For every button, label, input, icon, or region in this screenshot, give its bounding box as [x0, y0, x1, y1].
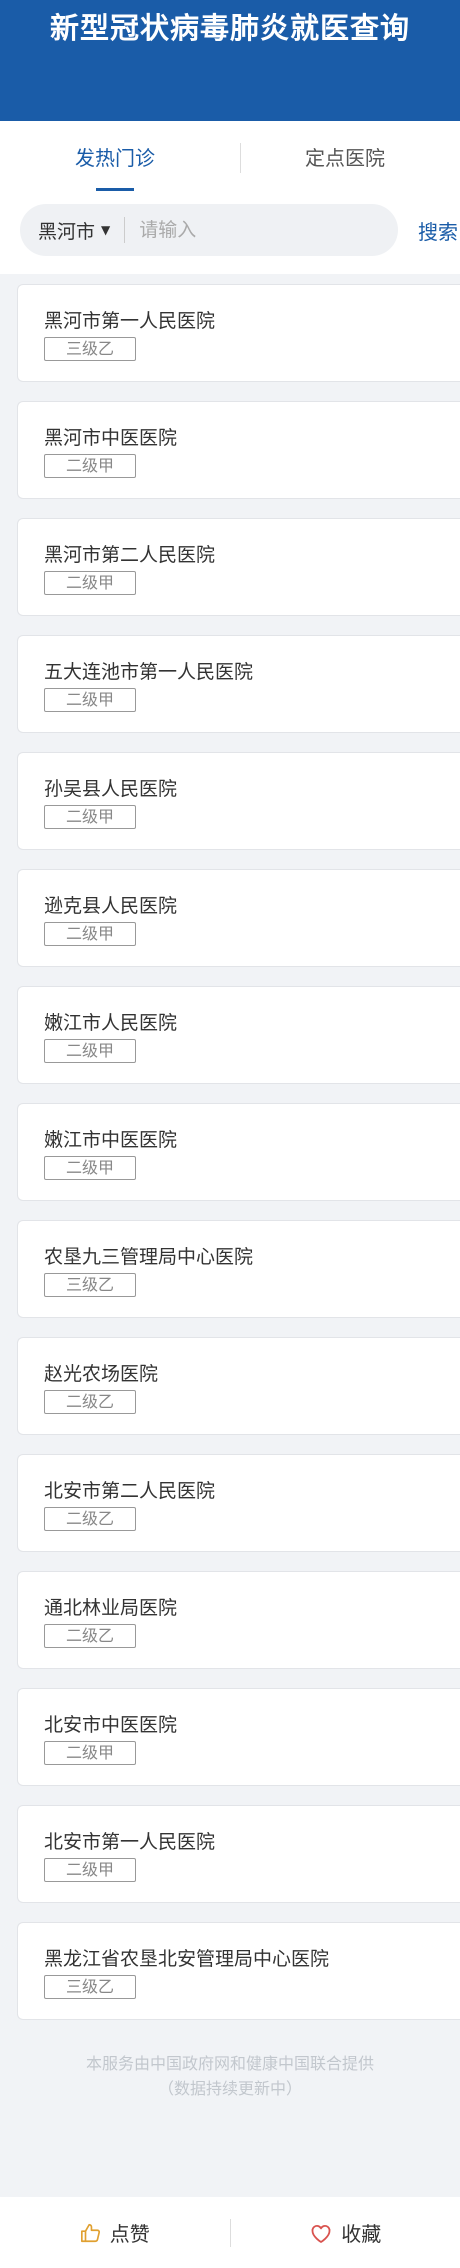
hospital-name: 黑河市第二人民医院 [44, 544, 216, 566]
hospital-card[interactable]: 五大连池市第一人民医院 二级甲 [17, 635, 460, 733]
hospital-level-badge: 二级甲 [44, 805, 136, 829]
footer-line-1: 本服务由中国政府网和健康中国联合提供 [85, 2054, 374, 2073]
city-select-value: 黑河市 [38, 220, 96, 243]
hospital-card[interactable]: 黑河市中医医院 二级甲 [17, 401, 460, 499]
favorite-label: 收藏 [341, 2222, 382, 2246]
hospital-level-badge: 二级乙 [44, 1507, 136, 1531]
hospital-card[interactable]: 逊克县人民医院 二级甲 [17, 869, 460, 967]
hospital-name: 五大连池市第一人民医院 [44, 661, 254, 683]
hospital-name: 北安市第二人民医院 [44, 1480, 216, 1502]
hospital-card[interactable]: 嫩江市人民医院 二级甲 [17, 986, 460, 1084]
tab-label: 定点医院 [305, 146, 385, 170]
page-header: 新型冠状病毒肺炎就医查询 [0, 0, 460, 121]
search-box: 黑河市 ▼ [20, 204, 398, 256]
hospital-level-badge: 三级乙 [44, 1975, 136, 1999]
hospital-level-badge: 二级甲 [44, 688, 136, 712]
hospital-card[interactable]: 通北林业局医院 二级乙 [17, 1571, 460, 1669]
footer-line-2: （数据持续更新中） [157, 2079, 302, 2098]
hospital-level-badge: 二级甲 [44, 922, 136, 946]
hospital-level-badge: 二级甲 [44, 1156, 136, 1180]
hospital-level-badge: 二级甲 [44, 1039, 136, 1063]
search-bar: 黑河市 ▼ 搜索 [0, 196, 460, 274]
hospital-card[interactable]: 北安市第二人民医院 二级乙 [17, 1454, 460, 1552]
footer-note: 本服务由中国政府网和健康中国联合提供 （数据持续更新中） [0, 2051, 460, 2101]
search-input[interactable] [137, 218, 382, 242]
caret-down-icon: ▼ [101, 223, 111, 237]
hospital-card[interactable]: 黑河市第二人民医院 二级甲 [17, 518, 460, 616]
hospital-card[interactable]: 嫩江市中医医院 二级甲 [17, 1103, 460, 1201]
hospital-name: 农垦九三管理局中心医院 [44, 1246, 254, 1268]
like-label: 点赞 [109, 2222, 150, 2246]
search-divider [124, 217, 126, 243]
hospital-name: 逊克县人民医院 [44, 895, 178, 917]
hospital-card[interactable]: 孙吴县人民医院 二级甲 [17, 752, 460, 850]
hospital-name: 嫩江市中医医院 [44, 1129, 178, 1151]
hospital-level-badge: 三级乙 [44, 1273, 136, 1297]
hospital-level-badge: 二级乙 [44, 1390, 136, 1414]
hospital-name: 黑河市中医医院 [44, 427, 178, 449]
hospital-level-badge: 二级甲 [44, 1741, 136, 1765]
hospital-card[interactable]: 北安市第一人民医院 二级甲 [17, 1805, 460, 1903]
hospital-card[interactable]: 北安市中医医院 二级甲 [17, 1688, 460, 1786]
hospital-name: 北安市中医医院 [44, 1714, 178, 1736]
hospital-level-badge: 二级甲 [44, 454, 136, 478]
hospital-name: 通北林业局医院 [44, 1597, 178, 1619]
hospital-name: 黑河市第一人民医院 [44, 310, 216, 332]
tab-designated-hospital[interactable]: 定点医院 [230, 121, 460, 196]
page-title: 新型冠状病毒肺炎就医查询 [49, 11, 410, 45]
hospital-level-badge: 二级乙 [44, 1624, 136, 1648]
hospital-name: 嫩江市人民医院 [44, 1012, 178, 1034]
tab-active-indicator [96, 188, 134, 191]
hospital-level-badge: 二级甲 [44, 571, 136, 595]
hospital-level-badge: 三级乙 [44, 337, 136, 361]
hospital-list: 黑河市第一人民医院 三级乙 黑河市中医医院 二级甲 黑河市第二人民医院 二级甲 五大连池市第… [0, 274, 460, 2020]
tab-label: 发热门诊 [75, 146, 155, 170]
hospital-level-badge: 二级甲 [44, 1858, 136, 1882]
tab-bar: 发热门诊 定点医院 [0, 121, 460, 196]
bottom-action-bar: 点赞 收藏 [0, 2197, 460, 2268]
like-button[interactable]: 点赞 [0, 2218, 230, 2247]
heart-icon [311, 2224, 331, 2243]
hospital-card[interactable]: 黑龙江省农垦北安管理局中心医院 三级乙 [17, 1922, 460, 2020]
hospital-name: 孙吴县人民医院 [44, 778, 178, 800]
hospital-card[interactable]: 农垦九三管理局中心医院 三级乙 [17, 1220, 460, 1318]
hospital-name: 北安市第一人民医院 [44, 1831, 216, 1853]
tab-fever-clinic[interactable]: 发热门诊 [0, 121, 230, 196]
hospital-name: 黑龙江省农垦北安管理局中心医院 [44, 1948, 330, 1970]
favorite-button[interactable]: 收藏 [231, 2218, 460, 2247]
hospital-name: 赵光农场医院 [44, 1363, 159, 1385]
hospital-card[interactable]: 赵光农场医院 二级乙 [17, 1337, 460, 1435]
thumbs-up-icon [80, 2223, 100, 2242]
hospital-card[interactable]: 黑河市第一人民医院 三级乙 [17, 284, 460, 382]
search-button[interactable]: 搜索 [418, 216, 458, 245]
city-select[interactable]: 黑河市 ▼ [20, 217, 110, 244]
